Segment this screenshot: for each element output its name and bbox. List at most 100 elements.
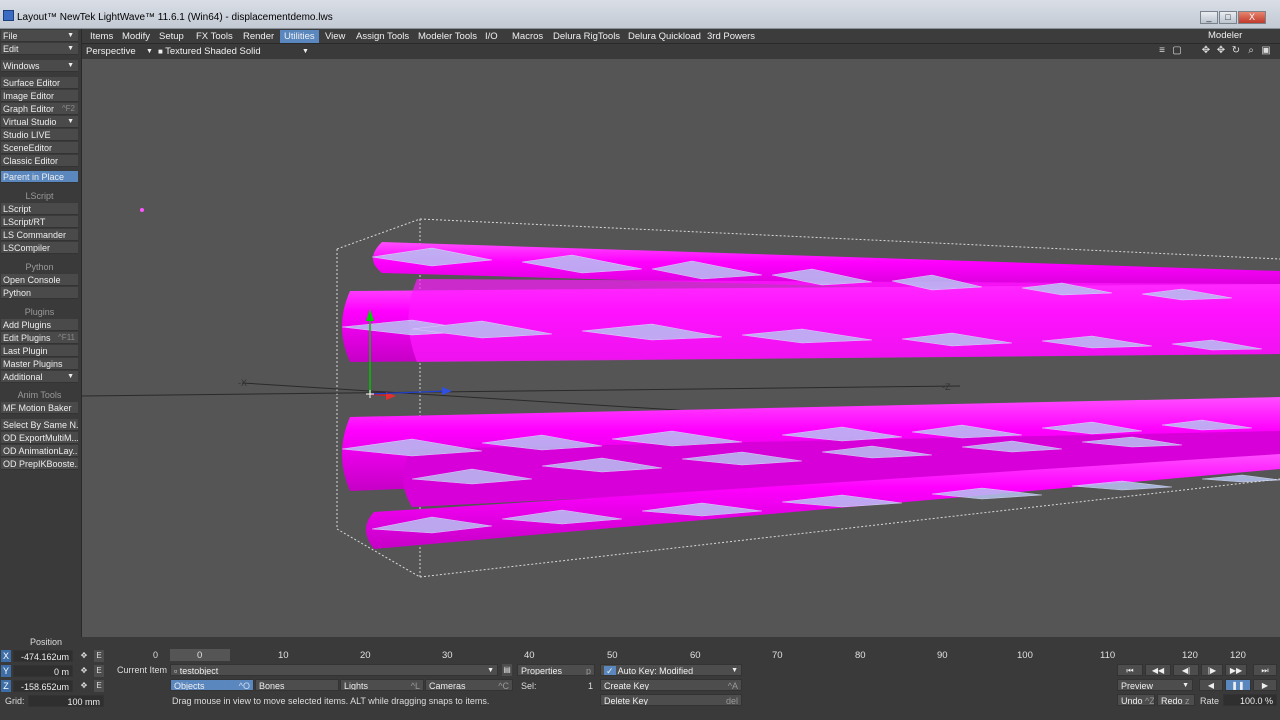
z-envelope-button[interactable]: E (94, 680, 104, 692)
step-back-button[interactable]: ◀| (1173, 664, 1199, 676)
y-position-field[interactable]: 0 m (13, 665, 73, 677)
redo-button[interactable]: Redo z (1157, 694, 1195, 706)
play-forward-button[interactable]: ▶ (1253, 679, 1277, 691)
tab-delura-rigtools[interactable]: Delura RigTools (549, 30, 624, 43)
tab-io[interactable]: I/O (481, 30, 502, 43)
x-envelope-button[interactable]: E (94, 650, 104, 662)
preview-select[interactable]: Preview ▼ (1117, 679, 1193, 691)
od-animation-layer-button[interactable]: OD AnimationLay... (1, 445, 78, 457)
view-mode-select[interactable]: Perspective ▼ (86, 45, 156, 58)
studio-live-button[interactable]: Studio LIVE (1, 129, 78, 141)
x-link-icon[interactable]: ✥ (79, 650, 89, 662)
shading-mode-select[interactable]: ■ Textured Shaded Solid ▼ (158, 45, 313, 58)
image-editor-button[interactable]: Image Editor (1, 90, 78, 102)
windows-menu[interactable]: Windows ▼ (1, 60, 78, 72)
tab-macros[interactable]: Macros (508, 30, 547, 43)
python-button[interactable]: Python (1, 287, 78, 299)
z-link-icon[interactable]: ✥ (79, 680, 89, 692)
zoom-view-icon[interactable]: ⌕ (1245, 45, 1257, 57)
fullscreen-viewport-icon[interactable]: ▣ (1260, 45, 1272, 57)
tab-modify[interactable]: Modify (118, 30, 154, 43)
tab-view[interactable]: View (321, 30, 349, 43)
file-menu[interactable]: File ▼ (1, 30, 78, 42)
open-console-button[interactable]: Open Console (1, 274, 78, 286)
grid-size-field[interactable]: 100 mm (28, 695, 104, 707)
close-button[interactable]: X (1238, 11, 1266, 24)
ls-compiler-button[interactable]: LSCompiler (1, 242, 78, 254)
rotate-view-icon[interactable]: ✥ (1215, 45, 1227, 57)
virtual-studio-button[interactable]: Virtual Studio ▼ (1, 116, 78, 128)
master-plugins-button[interactable]: Master Plugins (1, 358, 78, 370)
z-position-field[interactable]: -158.652um (13, 680, 73, 692)
move-view-icon[interactable]: ✥ (1200, 45, 1212, 57)
go-to-start-button[interactable]: ⏮ (1117, 664, 1143, 676)
auto-key-select[interactable]: ✓ Auto Key: Modified ▼ (600, 664, 742, 676)
menu-lines-icon[interactable]: ≡ (1156, 45, 1168, 57)
y-link-icon[interactable]: ✥ (79, 665, 89, 677)
tab-assign-tools[interactable]: Assign Tools (352, 30, 413, 43)
od-export-multi-button[interactable]: OD ExportMultiM... (1, 432, 78, 444)
last-plugin-button[interactable]: Last Plugin (1, 345, 78, 357)
lightwave-app-icon[interactable] (3, 10, 14, 21)
create-key-button[interactable]: Create Key ^A (600, 679, 742, 691)
tab-3rd-powers[interactable]: 3rd Powers (703, 30, 759, 43)
go-to-end-button[interactable]: ⏭ (1253, 664, 1277, 676)
x-axis-tag[interactable]: X (1, 650, 11, 662)
tab-items[interactable]: Items (86, 30, 117, 43)
edit-plugins-button[interactable]: Edit Plugins ^F11 (1, 332, 78, 344)
next-key-button[interactable]: ▶▶ (1225, 664, 1247, 676)
light-marker[interactable] (140, 208, 144, 212)
additional-menu[interactable]: Additional ▼ (1, 371, 78, 383)
tab-delura-quickload[interactable]: Delura Quickload (624, 30, 705, 43)
x-position-field[interactable]: -474.162um (13, 650, 73, 662)
rate-field[interactable]: 100.0 % (1223, 694, 1277, 706)
modeler-button[interactable]: Modeler (1208, 30, 1242, 41)
maximize-viewport-icon[interactable]: ▢ (1171, 45, 1183, 57)
play-backward-button[interactable]: ◀ (1199, 679, 1223, 691)
pause-button[interactable]: ❚❚ (1225, 679, 1251, 691)
tube-upper-main[interactable] (342, 279, 1280, 362)
tab-render[interactable]: Render (239, 30, 278, 43)
scene-editor-button[interactable]: SceneEditor (1, 142, 78, 154)
maximize-button[interactable]: □ (1219, 11, 1237, 24)
objects-mode-button[interactable]: Objects ^O (170, 679, 254, 691)
grid-label: Grid: (5, 696, 25, 706)
parent-in-place-button[interactable]: Parent in Place (1, 171, 78, 183)
shading-mode-value: Textured Shaded Solid (165, 46, 261, 57)
previous-key-button[interactable]: ◀◀ (1145, 664, 1171, 676)
end-frame[interactable]: 120 (1230, 650, 1246, 661)
tab-utilities[interactable]: Utilities (280, 30, 319, 43)
select-by-same-name-button[interactable]: Select By Same N... (1, 419, 78, 431)
step-forward-button[interactable]: |▶ (1201, 664, 1223, 676)
delete-key-button[interactable]: Delete Key del (600, 694, 742, 706)
undo-button[interactable]: Undo ^Z (1117, 694, 1155, 706)
current-item-select[interactable]: ▫ testobject ▼ (170, 664, 498, 676)
cameras-mode-button[interactable]: Cameras ^C (425, 679, 513, 691)
surface-editor-button[interactable]: Surface Editor (1, 77, 78, 89)
orbit-view-icon[interactable]: ↻ (1230, 45, 1242, 57)
tab-modeler-tools[interactable]: Modeler Tools (414, 30, 481, 43)
properties-button[interactable]: Properties p (517, 664, 595, 676)
mf-motion-baker-button[interactable]: MF Motion Baker (1, 402, 78, 414)
item-list-icon[interactable]: ▤ (502, 664, 512, 676)
sidebar: File ▼ Edit ▼ Windows ▼ Surface Editor Imag… (0, 29, 82, 637)
add-plugins-button[interactable]: Add Plugins (1, 319, 78, 331)
y-envelope-button[interactable]: E (94, 665, 104, 677)
y-axis-tag[interactable]: Y (1, 665, 11, 677)
tab-fx-tools[interactable]: FX Tools (192, 30, 237, 43)
edit-menu[interactable]: Edit ▼ (1, 43, 78, 55)
perspective-viewport[interactable]: -X -Z (82, 59, 1280, 637)
od-prep-ik-booster-button[interactable]: OD PrepIKBooste... (1, 458, 78, 470)
lscript-button[interactable]: LScript (1, 203, 78, 215)
bones-mode-button[interactable]: Bones (255, 679, 339, 691)
z-axis-tag[interactable]: Z (1, 680, 11, 692)
ls-commander-button[interactable]: LS Commander (1, 229, 78, 241)
lscript-rt-button[interactable]: LScript/RT (1, 216, 78, 228)
tab-setup[interactable]: Setup (155, 30, 188, 43)
tick-110: 110 (1100, 650, 1116, 661)
scene-canvas[interactable]: -X -Z (82, 59, 1280, 637)
graph-editor-button[interactable]: Graph Editor ^F2 (1, 103, 78, 115)
lights-mode-button[interactable]: Lights ^L (340, 679, 424, 691)
classic-editor-button[interactable]: Classic Editor (1, 155, 78, 167)
minimize-button[interactable]: _ (1200, 11, 1218, 24)
